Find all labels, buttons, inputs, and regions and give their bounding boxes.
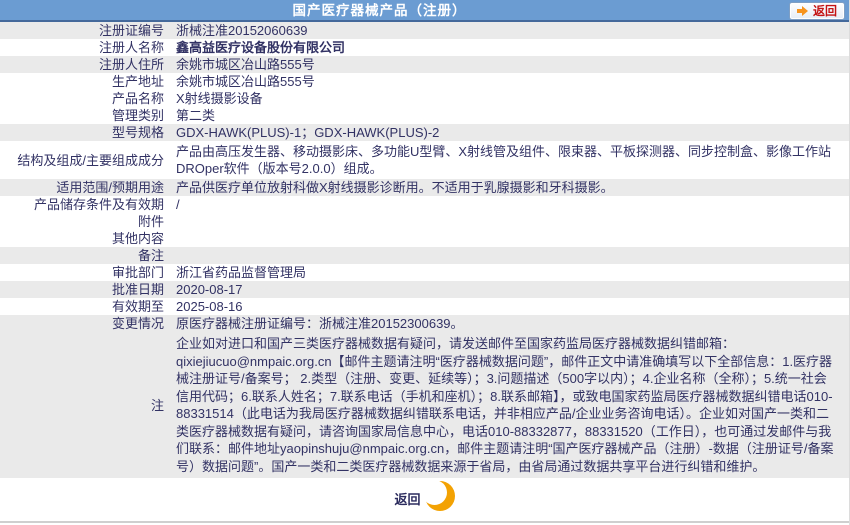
row-label: 注册人名称	[98, 40, 164, 55]
row-label: 注	[150, 397, 164, 413]
return-circle-icon	[421, 480, 455, 511]
row-label: 有效期至	[111, 299, 164, 314]
table-row: 产品名称 X射线摄影设备	[0, 90, 849, 107]
table-row: 有效期至 2025-08-16	[0, 298, 849, 315]
table-row-note: 注 企业如对进口和国产三类医疗器械数据有疑问，请发送邮件至国家药监局医疗器械数据…	[0, 332, 849, 478]
row-label: 型号规格	[111, 125, 164, 140]
row-label: 产品名称	[111, 91, 164, 106]
table-row: 注册人名称 鑫高益医疗设备股份有限公司	[0, 39, 849, 56]
table-row: 产品储存条件及有效期 /	[0, 196, 849, 213]
row-label: 结构及组成/主要组成成分	[17, 152, 164, 168]
return-button[interactable]: 返回	[394, 480, 455, 511]
return-button-label: 返回	[394, 492, 421, 507]
table-row: 注册人住所 余姚市城区冶山路555号	[0, 56, 849, 73]
row-label: 批准日期	[111, 282, 164, 297]
table-row: 型号规格 GDX-HAWK(PLUS)-1；GDX-HAWK(PLUS)-2	[0, 124, 849, 141]
row-label: 附件	[137, 214, 164, 229]
row-label: 注册人住所	[98, 57, 164, 72]
row-label: 产品储存条件及有效期	[33, 197, 164, 212]
table-row: 适用范围/预期用途 产品供医疗单位放射科做X射线摄影诊断用。不适用于乳腺摄影和牙…	[0, 179, 849, 196]
row-label: 备注	[137, 248, 164, 263]
bottom-divider	[0, 521, 849, 523]
table-row: 审批部门 浙江省药品监督管理局	[0, 264, 849, 281]
row-value: 2025-08-16	[176, 299, 243, 314]
page-title: 国产医疗器械产品（注册）	[292, 3, 467, 18]
row-value: /	[176, 197, 180, 212]
row-value: 原医疗器械注册证编号：浙械注准20152300639。	[176, 316, 464, 331]
row-label: 管理类别	[111, 108, 164, 123]
row-label: 适用范围/预期用途	[56, 180, 164, 195]
row-value: 企业如对进口和国产三类医疗器械数据有疑问，请发送邮件至国家药监局医疗器械数据纠错…	[176, 336, 834, 474]
row-value: 产品由高压发生器、移动摄影床、多功能U型臂、X射线管及组件、限束器、平板探测器、…	[176, 144, 832, 176]
back-button-label: 返回	[812, 4, 837, 18]
row-value: 第二类	[176, 108, 216, 123]
row-value: 浙江省药品监督管理局	[176, 265, 307, 280]
table-row: 生产地址 余姚市城区冶山路555号	[0, 73, 849, 90]
footer: 返回	[0, 480, 849, 515]
row-value: GDX-HAWK(PLUS)-1；GDX-HAWK(PLUS)-2	[176, 125, 440, 140]
registration-table: 注册证编号 浙械注准20152060639 注册人名称 鑫高益医疗设备股份有限公…	[0, 22, 849, 478]
back-arrow-icon	[796, 6, 808, 16]
table-row: 批准日期 2020-08-17	[0, 281, 849, 298]
row-value: X射线摄影设备	[176, 91, 263, 106]
table-row: 其他内容	[0, 230, 849, 247]
row-value: 余姚市城区冶山路555号	[176, 74, 315, 89]
row-value: 2020-08-17	[176, 282, 243, 297]
row-value: 鑫高益医疗设备股份有限公司	[176, 40, 346, 55]
row-label: 注册证编号	[98, 23, 164, 38]
table-row: 变更情况 原医疗器械注册证编号：浙械注准20152300639。	[0, 315, 849, 332]
row-value: 余姚市城区冶山路555号	[176, 57, 315, 72]
row-value: 产品供医疗单位放射科做X射线摄影诊断用。不适用于乳腺摄影和牙科摄影。	[176, 180, 614, 195]
row-label: 变更情况	[111, 316, 164, 331]
row-label: 其他内容	[111, 231, 164, 246]
back-button[interactable]: 返回	[788, 2, 845, 20]
row-value: 浙械注准20152060639	[176, 23, 308, 38]
row-label: 审批部门	[111, 265, 164, 280]
table-row: 注册证编号 浙械注准20152060639	[0, 22, 849, 39]
table-row: 备注	[0, 247, 849, 264]
table-row: 管理类别 第二类	[0, 107, 849, 124]
title-bar: 国产医疗器械产品（注册） 返回	[0, 0, 849, 22]
table-row: 结构及组成/主要组成成分 产品由高压发生器、移动摄影床、多功能U型臂、X射线管及…	[0, 141, 849, 179]
table-row: 附件	[0, 213, 849, 230]
row-label: 生产地址	[111, 74, 164, 89]
page: 国产医疗器械产品（注册） 返回 注册证编号 浙械注准20152060639 注册…	[0, 0, 850, 525]
